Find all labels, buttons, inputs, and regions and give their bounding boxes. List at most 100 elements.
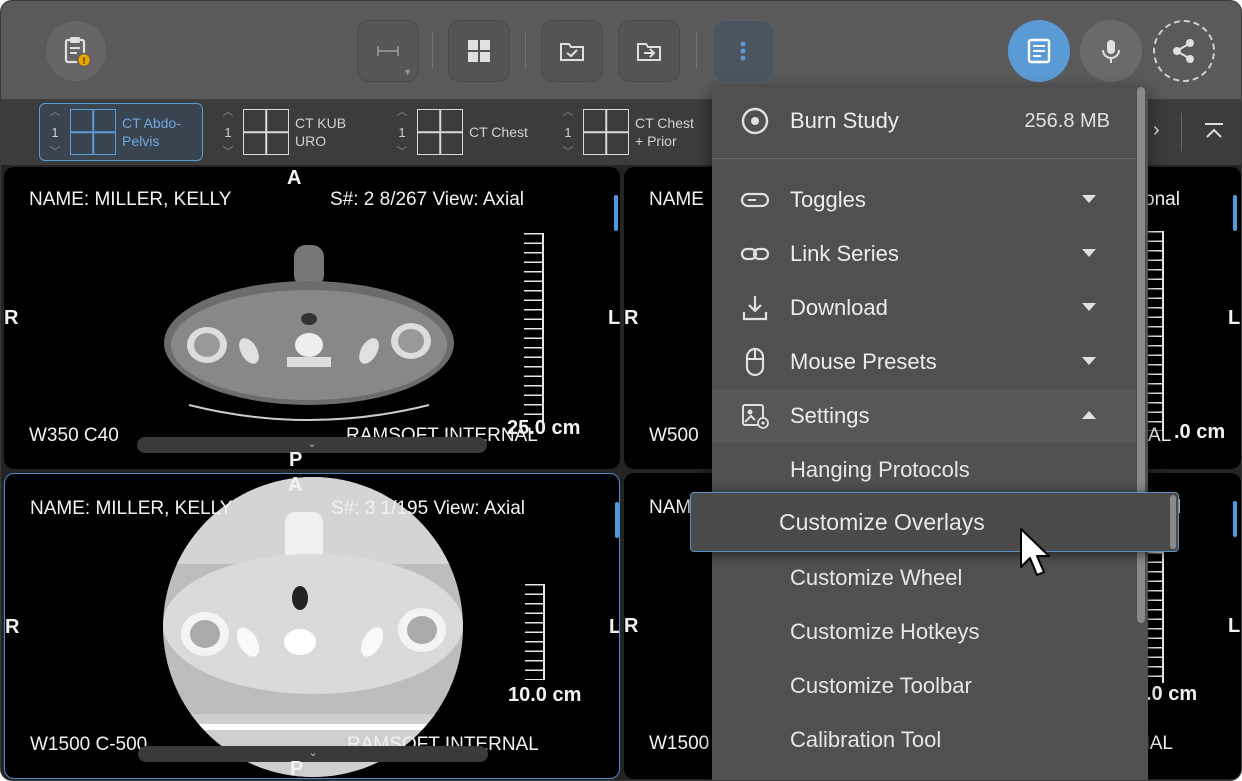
chevron-down-icon: ▼ [403,67,412,77]
menu-item-mouse-presets[interactable]: Mouse Presets [712,335,1136,389]
window-level: W500 [649,425,699,446]
chevron-up-icon: ︿ [222,106,234,118]
menu-item-settings[interactable]: Settings [712,389,1136,443]
layout-ct-chest[interactable]: ︿ 1 ﹀ CT Chest [387,103,551,161]
layout-count: 1 [398,124,406,140]
patient-name: NAME: MILLER, KELLY [29,189,232,210]
chevron-down-icon: ﹀ [222,146,234,158]
layout-button[interactable] [448,20,510,82]
menu-item-label: Link Series [790,241,899,266]
series-info: S#: 3 1/195 View: Axial [331,498,525,519]
layout-ct-chest-prior[interactable]: ︿ 1 ﹀ CT Chest + Prior [553,103,717,161]
grid-layout-icon [243,109,289,155]
folder-move-button[interactable] [618,20,680,82]
layout-label: CT Chest [635,115,694,131]
chevron-right-icon[interactable]: › [1153,119,1160,142]
menu-item-label: Mouse Presets [790,349,937,374]
chevron-down-icon: ﹀ [396,146,408,158]
clipboard-alert-icon: ! [64,37,92,68]
submenu-calibration-tool[interactable]: Calibration Tool [790,727,941,753]
disc-icon [741,107,769,135]
viewport-scrollbar[interactable] [1233,195,1237,231]
menu-item-label: Download [790,295,888,320]
viewer-app: ! ▼ ︿ 1 ﹀ CT Abdo- Pelvis ︿ 1 ﹀ CT KUB U… [0,0,1242,781]
menu-item-download[interactable]: Download [712,281,1136,335]
submenu-customize-wheel[interactable]: Customize Wheel [790,565,962,591]
study-info-button[interactable]: ! [45,20,107,82]
report-button[interactable] [1008,20,1070,82]
layout-count: 1 [564,124,572,140]
dictation-button[interactable] [1080,20,1142,82]
measure-tool-button[interactable]: ▼ [357,20,419,82]
orientation-right: L [1228,307,1241,329]
orientation-left: R [624,307,639,329]
caret-up-icon [1082,411,1096,419]
layout-label: + Prior [635,133,677,149]
layout-ct-abdo-pelvis[interactable]: ︿ 1 ﹀ CT Abdo- Pelvis [39,103,203,161]
viewport-3[interactable]: A NAME: MILLER, KELLY S#: 3 1/195 View: … [4,473,620,779]
svg-text:!: ! [83,56,86,66]
main-toolbar: ! ▼ [1,1,1241,99]
series-info: S#: 2 8/267 View: Axial [330,189,524,210]
menu-divider [712,158,1136,159]
ct-image [164,245,454,421]
patient-name: NAME: MILLER, KELLY [30,498,233,519]
menu-item-link-series[interactable]: Link Series [712,227,1136,281]
orientation-bottom: P [289,449,303,469]
layout-label: CT KUB [295,115,347,131]
layout-count-stepper[interactable]: ︿ 1 ﹀ [213,106,243,158]
orientation-right: L [1228,615,1241,637]
layout-label: Pelvis [122,133,160,149]
strip-divider [1181,113,1182,151]
submenu-customize-hotkeys[interactable]: Customize Hotkeys [790,619,980,645]
menu-item-burn-study[interactable]: Burn Study 256.8 MB [712,94,1136,148]
folder-check-button[interactable] [541,20,603,82]
scale-label: .0 cm [1174,421,1226,443]
mouse-cursor-icon [1020,528,1050,576]
window-level: W350 C40 [29,425,119,446]
patient-name: NAME [649,189,704,210]
collapse-up-icon[interactable] [1203,121,1225,143]
viewport-scrollbar[interactable] [615,502,619,538]
measure-icon [377,46,399,56]
more-options-button[interactable] [712,20,774,82]
study-size: 256.8 MB [1024,109,1110,132]
viewport-scrollbar[interactable] [614,195,618,231]
report-icon [1027,38,1051,64]
menu-scrollbar-thumb [1170,495,1176,549]
orientation-left: R [5,616,20,638]
layout-grid-icon [468,40,490,62]
menu-item-toggles[interactable]: Toggles [712,173,1136,227]
submenu-hanging-protocols[interactable]: Hanging Protocols [790,457,970,483]
submenu-customize-toolbar[interactable]: Customize Toolbar [790,673,972,699]
series-scroll-handle[interactable]: ⌄ [138,746,488,762]
viewport-scrollbar[interactable] [1233,501,1237,537]
institution-name: AL [1148,425,1172,446]
orientation-bottom: P [290,758,304,779]
more-options-menu: Burn Study 256.8 MB Toggles Link Series … [712,87,1148,780]
grid-layout-icon [417,109,463,155]
series-scroll-handle[interactable]: ⌄ [137,437,487,453]
chevron-up-icon: ︿ [562,106,574,118]
share-button[interactable] [1153,20,1215,82]
more-vertical-icon [740,41,746,61]
download-icon [742,296,768,321]
submenu-customize-overlays[interactable]: Customize Overlays [690,492,1179,552]
orientation-right: L [609,616,620,638]
layout-count-stepper[interactable]: ︿ 1 ﹀ [553,106,583,158]
toolbar-divider [696,31,697,69]
menu-item-label: Burn Study [790,108,899,133]
grid-layout-icon [70,109,116,155]
orientation-top: A [287,167,302,189]
orientation-left: R [624,615,639,637]
chevron-up-icon: ︿ [49,106,61,118]
chevron-down-icon: ﹀ [49,146,61,158]
scale-label: .0 cm [1146,683,1198,705]
settings-image-icon [742,404,769,429]
layout-ct-kub-uro[interactable]: ︿ 1 ﹀ CT KUB URO [213,103,377,161]
link-icon [740,247,770,261]
layout-count-stepper[interactable]: ︿ 1 ﹀ [387,107,417,158]
layout-count-stepper[interactable]: ︿ 1 ﹀ [40,106,70,158]
share-icon [1173,39,1194,63]
viewport-1[interactable]: A NAME: MILLER, KELLY S#: 2 8/267 View: … [4,167,620,469]
